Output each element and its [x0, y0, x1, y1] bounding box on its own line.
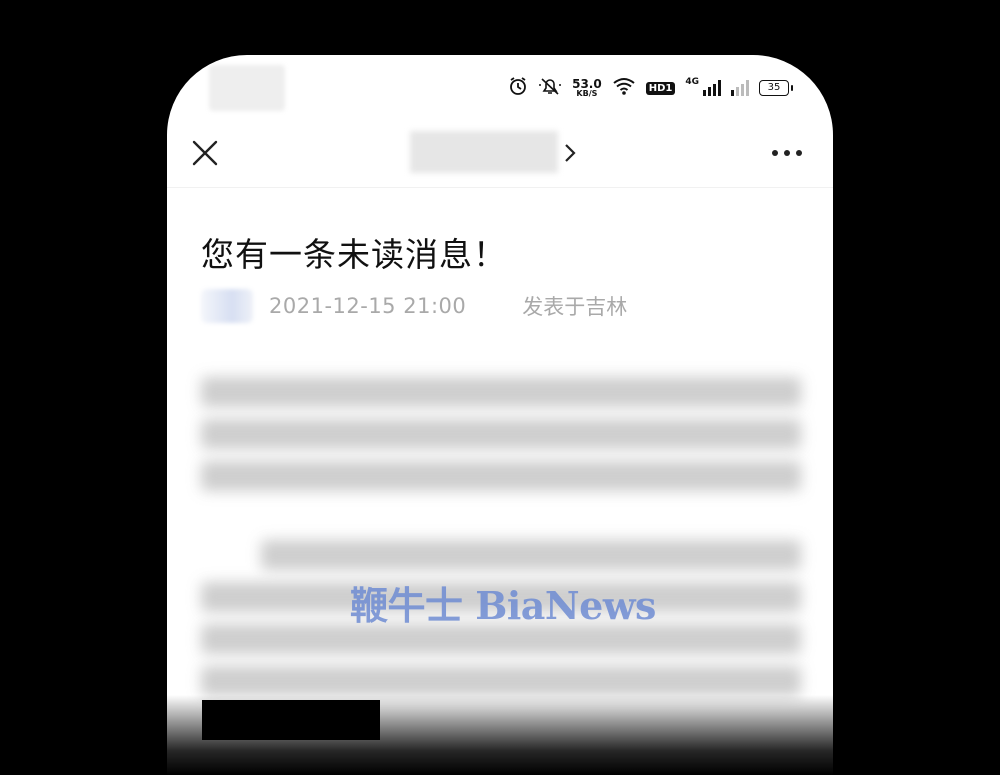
blurred-text-line	[261, 540, 801, 570]
watermark-logo: 鞭牛士 BiaNews	[350, 583, 656, 628]
blurred-status-content	[209, 65, 285, 111]
publish-location: 发表于吉林	[522, 295, 628, 319]
blurred-text-line	[201, 377, 801, 407]
phone-screen: 53.0 KB/S HD1 4G 35 您有一条未读消息！ 2021-12-15…	[167, 55, 833, 775]
alarm-icon	[508, 76, 528, 100]
author-avatar[interactable]	[201, 289, 253, 323]
close-icon[interactable]	[189, 137, 221, 169]
network-type: 4G	[685, 77, 699, 87]
blurred-account-name[interactable]	[410, 131, 558, 173]
signal-icon	[703, 80, 721, 96]
battery-level: 35	[759, 80, 793, 96]
article-title: 您有一条未读消息！	[201, 235, 507, 274]
mute-icon	[538, 76, 562, 100]
more-icon[interactable]	[769, 143, 805, 163]
blurred-paragraph	[201, 377, 801, 503]
article-meta: 2021-12-15 21:00 发表于吉林	[201, 288, 627, 324]
bottom-redaction	[202, 700, 380, 740]
publish-time: 2021-12-15 21:00	[269, 294, 467, 318]
chevron-right-icon[interactable]	[563, 142, 577, 164]
status-icons: 53.0 KB/S HD1 4G 35	[508, 75, 793, 101]
speed-unit: KB/S	[576, 89, 598, 98]
blurred-text-line	[201, 419, 801, 449]
signal-sim2-icon	[731, 80, 749, 96]
navigation-bar	[167, 125, 833, 188]
hd-badge: HD1	[645, 81, 676, 95]
wifi-icon	[612, 76, 636, 100]
blurred-text-line	[201, 461, 801, 491]
blurred-text-line	[201, 666, 801, 696]
network-speed: 53.0 KB/S	[572, 78, 602, 98]
status-bar: 53.0 KB/S HD1 4G 35	[167, 55, 833, 117]
